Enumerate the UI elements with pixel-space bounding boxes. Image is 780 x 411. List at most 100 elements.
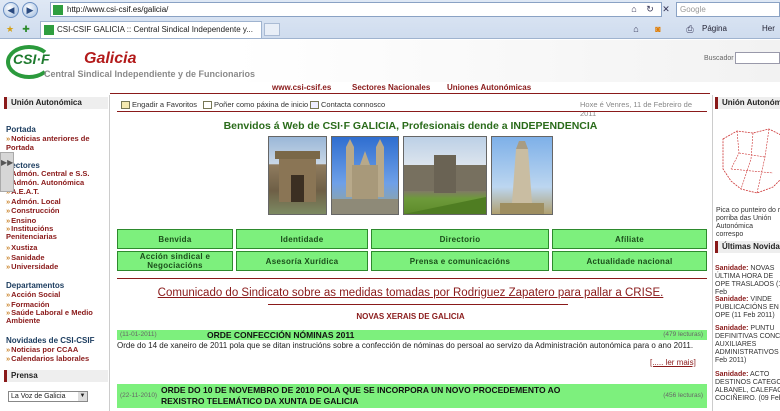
browser-search-input[interactable]: Google bbox=[676, 2, 780, 17]
sector-link-local[interactable]: »Admón. Local bbox=[6, 197, 61, 206]
prensa-selected-value: La Voz de Galicia bbox=[11, 393, 66, 400]
feeds-icon[interactable]: ◙ bbox=[652, 23, 664, 35]
menu-directorio[interactable]: Directorio bbox=[371, 229, 549, 249]
sector-link-autonomica[interactable]: »Admón. Autonómica bbox=[6, 178, 84, 187]
dept-link-accion-social[interactable]: »Acción Social bbox=[6, 290, 60, 299]
url-text: http://www.csi-csif.es/galicia/ bbox=[67, 5, 169, 14]
add-favorites-link[interactable]: Engadir a Favoritos bbox=[121, 100, 197, 110]
brand-title: Galicia bbox=[84, 50, 137, 67]
menu-identidade[interactable]: Identidade bbox=[236, 229, 368, 249]
tab-row: ★ ✚ CSI-CSIF GALICIA :: Central Sindical… bbox=[0, 20, 780, 39]
news-title[interactable]: ORDE CONFECCIÓN NÓMINAS 2011 bbox=[207, 330, 354, 340]
portada-link[interactable]: »Noticias anteriores de Portada bbox=[6, 134, 109, 152]
dept-link-saude[interactable]: »Saúde Laboral e Medio Ambiente bbox=[6, 309, 106, 325]
tab-active[interactable]: CSI-CSIF GALICIA :: Central Sindical Ind… bbox=[40, 21, 262, 38]
contact-link[interactable]: Contacta connosco bbox=[310, 100, 385, 110]
forward-icon[interactable]: ▶ bbox=[22, 2, 38, 18]
sector-link-central[interactable]: »Admón. Central e S.S. bbox=[6, 169, 90, 178]
portada-title: Portada bbox=[6, 125, 36, 134]
sector-link-xustiza[interactable]: »Xustiza bbox=[6, 243, 37, 252]
chevron-down-icon: ▼ bbox=[78, 392, 87, 401]
search-label: Buscador bbox=[704, 55, 734, 62]
sector-link-construccion[interactable]: »Construcción bbox=[6, 206, 60, 215]
add-favorites-icon[interactable]: ✚ bbox=[20, 23, 32, 35]
novidades-title: Novidades de CSI-CSIF bbox=[6, 336, 95, 345]
home-icon[interactable]: ⌂ bbox=[630, 23, 642, 35]
left-sidebar: Unión Autonómica Portada »Noticias anter… bbox=[0, 95, 110, 411]
gate-photo-icon bbox=[275, 151, 320, 202]
novas-section-title: NOVAS XERAIS DE GALICIA bbox=[356, 312, 465, 321]
news-category: Sanidade: bbox=[715, 371, 749, 378]
latest-news-item[interactable]: Sanidade: ACTO DESTINOS CATEGOR ALBANEL,… bbox=[715, 371, 780, 403]
news-date: (22-11-2010) bbox=[120, 392, 158, 399]
contact-icon bbox=[310, 101, 319, 110]
menu-afiliate[interactable]: Afíliate bbox=[552, 229, 707, 249]
sector-link-label: Admón. Local bbox=[11, 197, 61, 206]
prensa-select[interactable]: La Voz de Galicia ▼ bbox=[8, 391, 88, 402]
sidebar-toggle-handle[interactable]: ▶▶ bbox=[0, 152, 14, 192]
menu-asesoria[interactable]: Asesoría Xurídica bbox=[236, 251, 368, 271]
lighthouse-photo-icon bbox=[500, 141, 544, 214]
comunicado-link[interactable]: Comunicado do Sindicato sobre as medidas… bbox=[113, 287, 708, 299]
spain-map-icon[interactable] bbox=[717, 109, 780, 205]
current-date: Hoxe é Venres, 11 de Febreiro de 2011 bbox=[580, 100, 693, 118]
site-search-input[interactable] bbox=[735, 52, 780, 64]
novidades-link-label: Calendarios laborales bbox=[11, 354, 90, 363]
compat-icon[interactable]: ⌂ bbox=[628, 3, 640, 15]
sector-link-universidade[interactable]: »Universidade bbox=[6, 262, 58, 271]
news-category: Sanidade: bbox=[715, 325, 749, 332]
dept-link-label: Saúde Laboral e Medio Ambiente bbox=[6, 308, 93, 325]
tab-favicon-icon bbox=[44, 25, 54, 35]
map-caption: Pica co punteiro do r porriba das Unión … bbox=[716, 207, 780, 238]
nav-divider bbox=[110, 93, 710, 94]
ultimas-novidades-title: Últimas Novidad bbox=[715, 241, 780, 253]
favicon-icon bbox=[53, 5, 63, 15]
set-homepage-link[interactable]: Poñer como páxina de inicio bbox=[203, 100, 309, 110]
novidades-link-ccaa[interactable]: »Noticias por CCAA bbox=[6, 345, 78, 354]
nav-link-unions[interactable]: Uniones Autonómicas bbox=[447, 83, 531, 92]
menu-prensa[interactable]: Prensa e comunicacións bbox=[371, 251, 549, 271]
right-sidebar: Unión Autonómi Pica co punteiro do r por… bbox=[712, 95, 780, 411]
stop-icon[interactable]: ✕ bbox=[660, 3, 672, 15]
latest-news-item[interactable]: Sanidade: VINDE PUBLICACIÓNS EN OPE (11 … bbox=[715, 296, 780, 320]
favorites-icon bbox=[121, 101, 130, 110]
read-more-link[interactable]: [..... ler mais] bbox=[650, 358, 696, 367]
divider bbox=[117, 111, 707, 112]
sector-link-label: Sanidade bbox=[11, 253, 45, 262]
refresh-icon[interactable]: ↻ bbox=[644, 3, 656, 15]
latest-news-item[interactable]: Sanidade: PUNTU DEFINITIVAS CONCU AUXILI… bbox=[715, 325, 780, 365]
news-summary: Orde do 14 de xaneiro de 2011 pola que s… bbox=[117, 341, 694, 350]
new-tab-button[interactable] bbox=[264, 23, 280, 36]
portada-link-label: Noticias anteriores de Portada bbox=[6, 134, 90, 152]
photo-lighthouse bbox=[491, 136, 553, 215]
welcome-title: Benvidos á Web de CSI·F GALICIA, Profesi… bbox=[223, 120, 598, 132]
cathedral-photo-icon bbox=[332, 139, 398, 214]
sector-link-penitenciarias[interactable]: »Institucións Penitenciarias bbox=[6, 225, 106, 241]
back-icon[interactable]: ◀ bbox=[3, 2, 19, 18]
sector-link-label: Institucións Penitenciarias bbox=[6, 224, 57, 241]
logo-text: CSI·F bbox=[13, 51, 50, 67]
menu-actualidade[interactable]: Actualidade nacional bbox=[552, 251, 707, 271]
novidades-link-calendarios[interactable]: »Calendarios laborales bbox=[6, 354, 89, 363]
main-content: Engadir a Favoritos Poñer como páxina de… bbox=[113, 95, 708, 411]
sector-link-sanidade[interactable]: »Sanidade bbox=[6, 253, 45, 262]
news-item-header: (22-11-2010) ORDE DO 10 DE NOVEMBRO DE 2… bbox=[117, 384, 707, 408]
news-category: Sanidade: bbox=[715, 296, 749, 303]
address-bar[interactable]: http://www.csi-csif.es/galicia/ bbox=[50, 2, 662, 17]
site-header: CSI·F Galicia Central Sindical Independi… bbox=[0, 40, 780, 82]
news-title[interactable]: ORDE DO 10 DE NOVEMBRO DE 2010 POLA QUE … bbox=[161, 385, 601, 407]
menu-accion-sindical[interactable]: Acción sindical e Negociacións bbox=[117, 251, 233, 271]
set-homepage-label: Poñer como páxina de inicio bbox=[214, 100, 309, 109]
latest-news-item[interactable]: Sanidade: NOVAS ÚLTIMA HORA DE OPE TRASL… bbox=[715, 265, 780, 297]
nav-link-sectores[interactable]: Sectores Nacionales bbox=[352, 83, 430, 92]
menu-benvida[interactable]: Benvida bbox=[117, 229, 233, 249]
nav-link-csif[interactable]: www.csi-csif.es bbox=[272, 83, 331, 92]
tab-title: CSI-CSIF GALICIA :: Central Sindical Ind… bbox=[57, 25, 253, 34]
page-menu[interactable]: Página bbox=[702, 24, 727, 33]
news-reads: (479 lecturas) bbox=[663, 331, 703, 338]
favorites-star-icon[interactable]: ★ bbox=[4, 23, 16, 35]
tools-menu[interactable]: Her bbox=[762, 24, 775, 33]
news-date: (11-01-2011) bbox=[120, 331, 157, 338]
brand-subtitle: Central Sindical Independiente y de Func… bbox=[44, 69, 256, 79]
print-icon[interactable]: ⎙ bbox=[684, 23, 696, 35]
